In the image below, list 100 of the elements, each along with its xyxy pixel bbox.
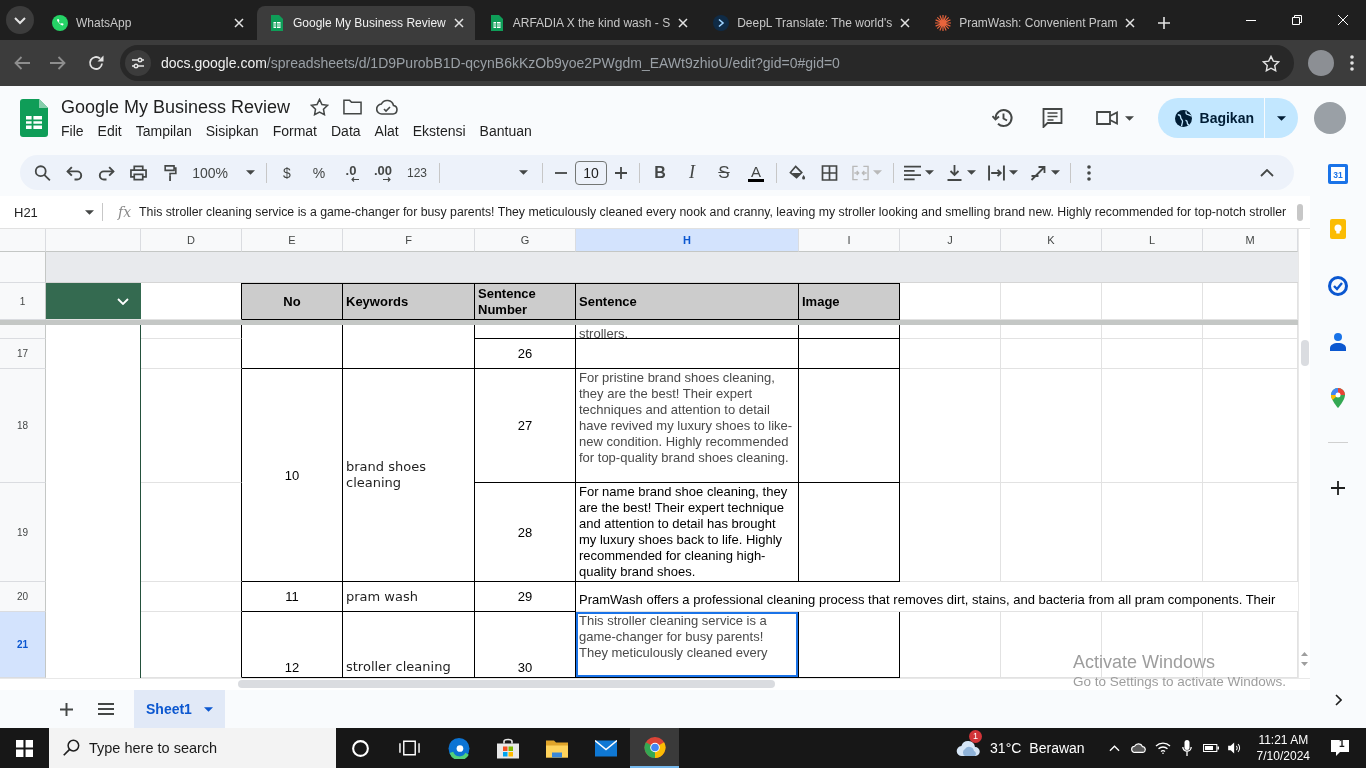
close-icon[interactable] [234,18,244,28]
menu-item[interactable]: Format [265,121,324,140]
minus-icon[interactable] [555,171,567,174]
address-bar[interactable]: docs.google.com/spreadsheets/d/1D9PurobB1D-qcynB6kKzOb9yoe2PWgdm_EAWt9zhioU/edit?gid=0#gid=0 [120,45,1294,81]
caret-icon[interactable] [1124,115,1134,121]
scroll-up-icon[interactable] [1301,652,1308,656]
scrollbar-track[interactable] [1298,229,1310,678]
restore-icon[interactable] [1292,15,1302,25]
caret-icon[interactable] [967,170,976,175]
column-header[interactable]: I [799,229,900,252]
reload-icon[interactable] [88,55,104,71]
formula-text[interactable]: This stroller cleaning service is a game-changer for busy parents! They meticulously cleaned every nook and cranny, leaving my stroller looking and smelling brand new. Highly recommended for top-notch stroller [139,205,1287,219]
shopping-bag-icon[interactable] [496,737,519,759]
font-size-field[interactable]: 10 [575,160,607,185]
merge-cells-icon[interactable] [852,164,869,181]
menu-item[interactable]: File [54,121,91,140]
bold-button[interactable]: B [644,158,676,187]
menu-icon[interactable] [98,703,114,715]
number-format-button[interactable]: 123 [399,158,435,187]
chevron-right-icon[interactable] [1334,694,1342,706]
chevron-down-icon[interactable] [6,6,34,34]
italic-button[interactable]: I [676,158,708,187]
forward-icon[interactable] [50,56,66,70]
paint-bucket-icon[interactable] [788,164,806,181]
search-icon[interactable] [33,164,51,181]
minimize-icon[interactable] [1246,19,1256,21]
borders-icon[interactable] [820,164,838,181]
plus-icon[interactable] [615,166,627,179]
site-settings-icon[interactable] [125,50,151,76]
decrease-decimal-button[interactable]: .0 [335,158,367,187]
close-icon[interactable] [453,18,464,28]
ring-icon[interactable] [352,739,369,757]
wifi-icon[interactable] [1154,742,1171,754]
close-icon[interactable] [678,18,689,28]
cloud-icon[interactable] [956,739,983,757]
menu-item[interactable]: Alat [367,121,406,140]
more-icon[interactable] [1350,55,1354,71]
search-field[interactable]: Type here to search [49,728,336,768]
undo-icon[interactable] [65,164,83,181]
browser-tab[interactable]: DeepL Translate: The world's [701,6,922,40]
envelope-icon[interactable] [594,737,617,759]
menu-item[interactable]: Bantuan [472,121,539,140]
text-wrap-icon[interactable] [988,164,1005,181]
menu-item[interactable]: Tampilan [128,121,199,140]
more-icon[interactable] [1087,164,1091,181]
browser-tab[interactable]: PramWash: Convenient Pram [923,6,1147,40]
menu-item[interactable]: Ekstensi [405,121,473,140]
currency-format-button[interactable]: $ [271,158,303,187]
video-camera-icon[interactable] [1095,111,1118,125]
swirl-icon[interactable] [447,737,470,759]
browser-tab[interactable]: ARFADIA X the kind wash - S [476,6,700,40]
user-avatar[interactable] [1308,50,1334,76]
menu-item[interactable]: Data [324,121,368,140]
clock[interactable]: 11:21 AM 7/10/2024 [1246,732,1320,764]
row-header[interactable]: 20 [0,582,46,612]
scroll-down-icon[interactable] [1301,662,1308,666]
text-rotation-icon[interactable] [1030,164,1047,181]
start-icon[interactable] [16,739,33,757]
caret-icon[interactable] [925,170,934,175]
plus-icon[interactable] [59,702,73,716]
comment-icon[interactable] [1041,108,1063,128]
map-pin-icon[interactable] [1331,388,1345,408]
plus-icon[interactable] [1331,481,1345,495]
row-header[interactable]: 19 [0,483,46,582]
row-header[interactable]: 18 [0,369,46,483]
volume-icon[interactable] [1226,742,1243,754]
sheet-tab[interactable]: Sheet1 [134,690,225,728]
calendar-icon[interactable]: 31 [1328,164,1348,184]
print-icon[interactable] [129,164,147,181]
align-left-icon[interactable] [904,164,921,181]
menu-item[interactable]: Edit [90,121,129,140]
row-header[interactable]: 21 [0,612,46,678]
column-header[interactable]: L [1102,229,1203,252]
browser-tab[interactable]: Google My Business Review [257,6,475,40]
column-header[interactable]: E [242,229,343,252]
weather-condition[interactable]: Berawan [1029,740,1085,756]
name-box[interactable]: H21 [0,199,100,225]
folder-icon[interactable] [343,98,363,116]
column-header[interactable]: D [141,229,242,252]
back-icon[interactable] [14,56,30,70]
scrollbar-thumb[interactable] [1297,203,1303,221]
strikethrough-button[interactable]: S [708,158,740,187]
zoom-dropdown[interactable]: 100% [186,158,262,187]
history-icon[interactable] [991,108,1014,128]
scrollbar-thumb[interactable] [238,680,775,688]
column-header[interactable]: J [900,229,1001,252]
column-header[interactable]: G [475,229,576,252]
percent-format-button[interactable]: % [303,158,335,187]
microphone-icon[interactable] [1181,740,1192,756]
person-icon[interactable] [1330,333,1346,351]
battery-icon[interactable] [1202,742,1219,754]
chevron-up-icon[interactable] [1260,168,1274,177]
redo-icon[interactable] [97,164,115,181]
column-header[interactable]: M [1203,229,1298,252]
row-header[interactable]: 1 [0,283,46,320]
star-icon[interactable] [310,98,330,116]
increase-decimal-button[interactable]: .00 [367,158,399,187]
column-header[interactable]: F [343,229,475,252]
task-view-icon[interactable] [399,740,420,756]
close-icon[interactable] [900,18,911,28]
